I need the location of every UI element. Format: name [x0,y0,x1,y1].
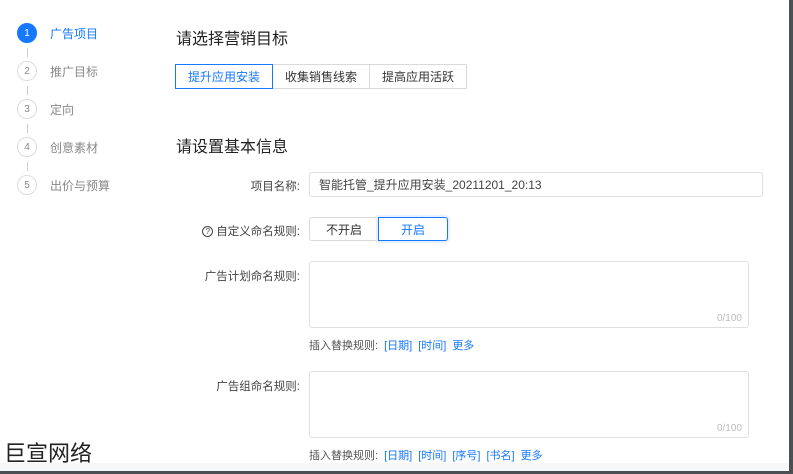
step-label: 广告项目 [50,26,99,41]
custom-naming-toggle: 不开启 开启 [309,217,448,241]
step-label: 出价与预算 [50,178,111,193]
plan-insert-rules: 插入替换规则: [日期] [时间] 更多 [309,337,474,353]
insert-more-link[interactable]: 更多 [452,337,474,353]
goal-option-app-active[interactable]: 提高应用活跃 [369,64,468,89]
step-label: 定向 [50,102,75,117]
insert-time-link[interactable]: [时间] [418,447,446,463]
step-number: 5 [17,175,37,195]
custom-naming-label: ? 自定义命名规则: [202,223,300,239]
step-label: 创意素材 [50,140,99,155]
goal-selector: 提升应用安装 收集销售线索 提高应用活跃 [175,64,468,89]
insert-date-link[interactable]: [日期] [384,447,412,463]
step-3[interactable]: 3 定向 [17,99,157,119]
goal-option-app-install[interactable]: 提升应用安装 [175,64,274,89]
help-icon[interactable]: ? [202,225,214,237]
step-number: 1 [17,23,37,43]
step-4[interactable]: 4 创意素材 [17,137,157,157]
step-connector [27,86,28,95]
plan-char-counter: 0/100 [716,313,742,324]
step-connector [27,162,28,171]
step-2[interactable]: 2 推广目标 [17,61,157,81]
step-1[interactable]: 1 广告项目 [17,23,157,43]
insert-date-link[interactable]: [日期] [384,337,412,353]
insert-serial-link[interactable]: [序号] [452,447,480,463]
step-5[interactable]: 5 出价与预算 [17,175,157,195]
group-char-counter: 0/100 [716,423,742,434]
plan-naming-label: 广告计划命名规则: [204,271,300,283]
step-number: 2 [17,61,37,81]
step-label: 推广目标 [50,64,99,79]
watermark: 巨宣网络 [4,441,93,466]
step-connector [27,48,28,57]
insert-bookname-link[interactable]: [书名] [486,447,514,463]
insert-more-link[interactable]: 更多 [521,447,543,463]
custom-naming-on-button[interactable]: 开启 [378,217,448,241]
step-number: 4 [17,137,37,157]
group-naming-label: 广告组命名规则: [216,381,300,393]
plan-naming-textarea[interactable]: 0/100 [309,261,749,328]
basic-section-title: 请设置基本信息 [176,139,289,156]
goal-section-title: 请选择营销目标 [176,31,289,48]
insert-rules-label: 插入替换规则: [309,450,379,462]
project-name-label: 项目名称: [250,181,300,193]
goal-option-leads[interactable]: 收集销售线索 [272,64,371,89]
step-number: 3 [17,99,37,119]
window-edge [789,0,793,474]
custom-naming-off-button[interactable]: 不开启 [309,217,379,241]
insert-time-link[interactable]: [时间] [418,337,446,353]
group-insert-rules: 插入替换规则: [日期] [时间] [序号] [书名] 更多 [309,447,543,463]
insert-rules-label: 插入替换规则: [309,340,379,352]
group-naming-textarea[interactable]: 0/100 [309,371,749,438]
step-connector [27,124,28,133]
project-name-input[interactable]: 智能托管_提升应用安装_20211201_20:13 [309,172,763,197]
custom-naming-label-text: 自定义命名规则: [216,226,300,238]
bottom-fade [0,463,789,471]
